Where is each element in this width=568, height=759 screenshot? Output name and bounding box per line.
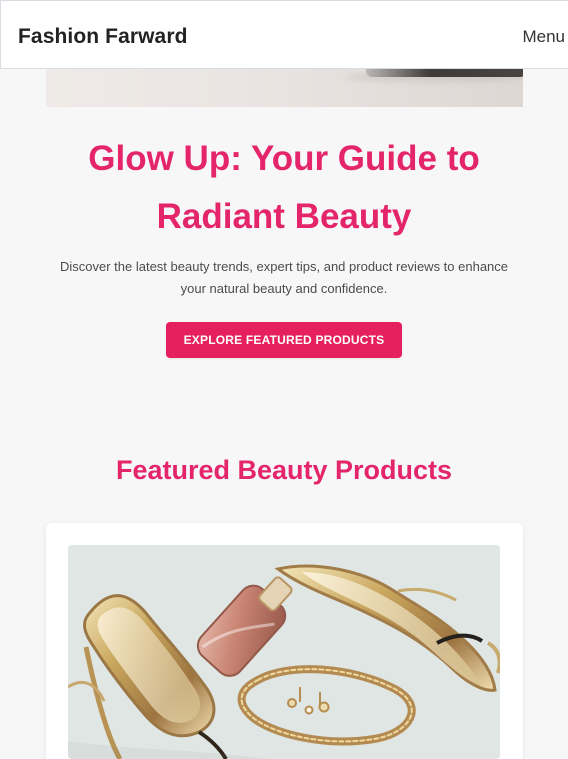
beauty-products-photo — [68, 545, 500, 759]
site-brand[interactable]: Fashion Farward — [18, 25, 188, 49]
hero-subtitle: Discover the latest beauty trends, exper… — [59, 259, 509, 296]
featured-section-title: Featured Beauty Products — [115, 455, 453, 485]
featured-product-card[interactable] — [46, 523, 523, 759]
top-navigation-bar: Fashion Farward Menu — [0, 0, 568, 69]
page-viewport: Fashion Farward Menu Glow Up: Your Guide… — [0, 0, 568, 759]
hero-image-dark-object — [366, 69, 523, 77]
featured-product-image[interactable] — [68, 545, 500, 759]
hero-image — [46, 69, 523, 107]
menu-button[interactable]: Menu — [522, 27, 565, 47]
hero-title: Glow Up: Your Guide to Radiant Beauty — [88, 139, 480, 236]
explore-featured-products-button[interactable]: EXPLORE FEATURED PRODUCTS — [166, 322, 402, 358]
